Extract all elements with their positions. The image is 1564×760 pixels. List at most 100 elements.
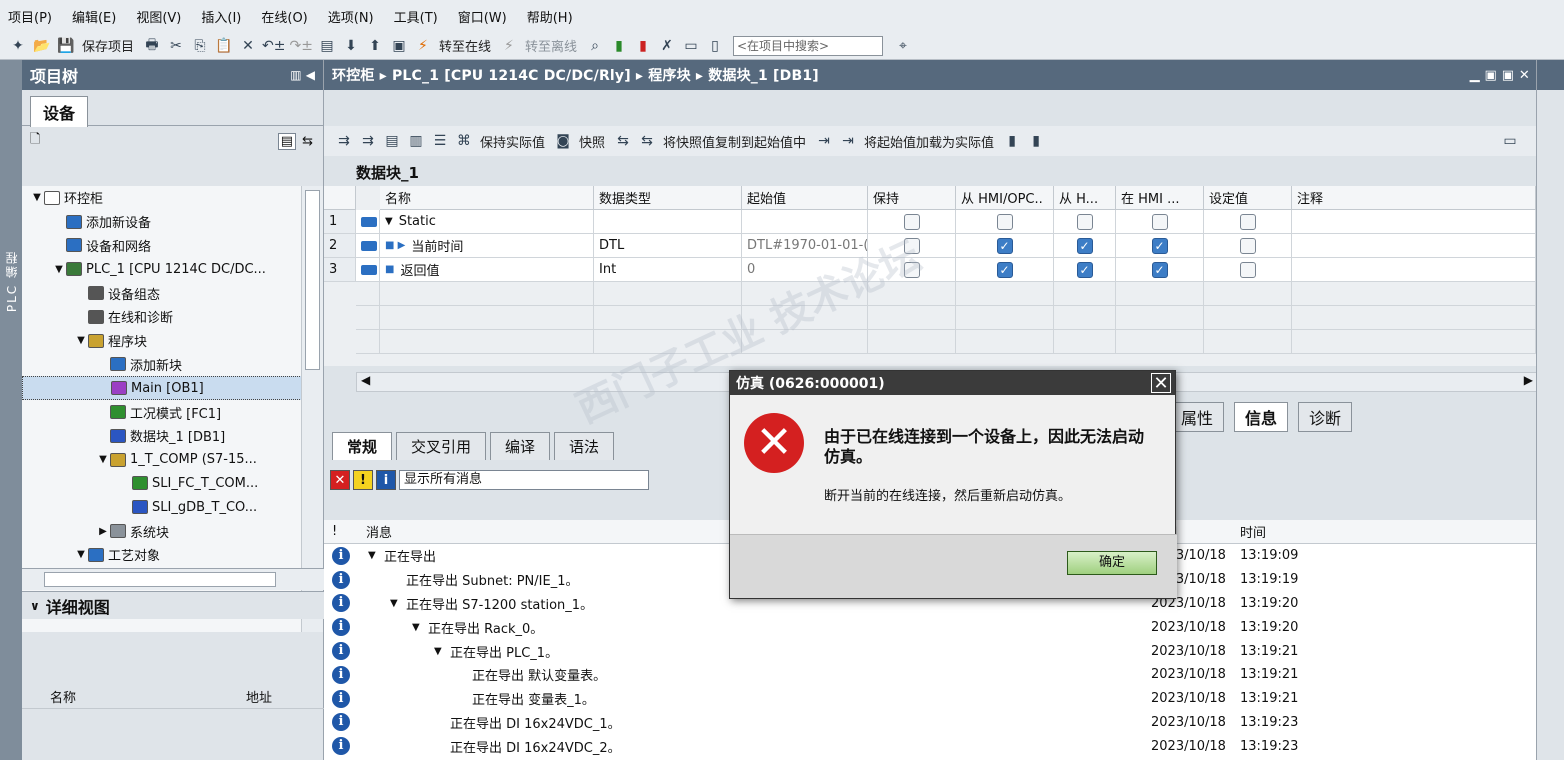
var-hmi2-checkbox[interactable]	[1054, 210, 1116, 234]
expand-arrow-icon[interactable]: ▼	[412, 622, 428, 633]
subtab-1[interactable]: 交叉引用	[396, 432, 487, 460]
tree-item[interactable]: ▶ 系统块	[22, 519, 302, 543]
var-comment[interactable]	[1292, 234, 1536, 258]
menu-item-3[interactable]: 插入(I)	[201, 7, 241, 26]
var-set-checkbox[interactable]	[1204, 234, 1292, 258]
var-datatype[interactable]: Int	[594, 258, 742, 282]
tree-hscrollbar[interactable]	[22, 568, 324, 590]
expand-arrow-icon[interactable]: ▶	[96, 526, 110, 537]
tree-item[interactable]: ▼ PLC_1 [CPU 1214C DC/DC...	[22, 257, 302, 281]
menu-item-7[interactable]: 窗口(W)	[458, 7, 507, 26]
print-icon[interactable]: 🖶	[142, 35, 162, 57]
warning-filter-icon[interactable]: !	[353, 470, 373, 490]
message-row[interactable]: i ▼ 正在导出 Rack_0。 2023/10/18 13:19:20	[324, 615, 1536, 639]
go-online-button[interactable]: 转至在线	[439, 36, 491, 55]
tab-info[interactable]: 信息	[1234, 402, 1289, 432]
copy-snapshot-icon[interactable]: ⇆	[613, 130, 633, 152]
var-comment[interactable]	[1292, 210, 1536, 234]
tab-diagnostics[interactable]: 诊断	[1298, 402, 1353, 432]
var-hmi3-checkbox[interactable]: ✓	[1116, 234, 1204, 258]
expand-arrow-icon[interactable]: ▼	[434, 646, 450, 657]
tab-properties[interactable]: 属性	[1170, 402, 1225, 432]
expand-arrow-icon[interactable]: ▼	[390, 598, 406, 609]
go-offline-icon[interactable]: ⚡	[499, 35, 519, 57]
go-offline-button[interactable]: 转至离线	[525, 36, 577, 55]
var-name[interactable]: ■ ▶ 当前时间	[380, 234, 594, 258]
save-project-button[interactable]: 保存项目	[82, 36, 134, 55]
expand-arrow-icon[interactable]: ■ ▶	[385, 240, 405, 251]
collapse-panel-icon[interactable]: ▥ ◀	[290, 68, 315, 82]
tree-item[interactable]: Main [OB1]	[22, 376, 302, 401]
split-vertical-icon[interactable]: ▯	[705, 35, 725, 57]
expand-arrow-icon[interactable]: ▼	[96, 454, 110, 465]
tab-devices[interactable]: 设备	[30, 96, 89, 127]
keep-actual-values-button[interactable]: 保持实际值	[480, 132, 545, 151]
monitor-icon[interactable]: ⌘	[454, 130, 474, 152]
start-cpu-icon[interactable]: ▮	[609, 35, 629, 57]
collapse-icon[interactable]: ▥	[406, 130, 426, 152]
var-comment[interactable]	[1292, 258, 1536, 282]
paste-icon[interactable]: 📋	[214, 35, 234, 57]
var-start-value[interactable]: DTL#1970-01-01-(	[742, 234, 868, 258]
expand-arrow-icon[interactable]: ▼	[74, 335, 88, 346]
menu-item-8[interactable]: 帮助(H)	[527, 7, 573, 26]
stop-cpu-icon[interactable]: ▮	[633, 35, 653, 57]
expand-arrow-icon[interactable]: ▼	[368, 550, 384, 561]
load-start-values-button[interactable]: 将起始值加载为实际值	[864, 132, 994, 151]
expand-arrow-icon[interactable]: ▼	[52, 264, 66, 275]
message-filter-select[interactable]: 显示所有消息	[399, 470, 649, 490]
copy-icon[interactable]: ⎘	[190, 35, 210, 57]
subtab-3[interactable]: 语法	[554, 432, 615, 460]
menu-item-1[interactable]: 编辑(E)	[72, 7, 116, 26]
close-icon[interactable]: ✕	[1151, 373, 1171, 394]
tree-properties-icon[interactable]: 🗋	[30, 130, 40, 152]
subtab-2[interactable]: 编译	[490, 432, 551, 460]
tree-item[interactable]: SLI_gDB_T_CO...	[22, 495, 302, 519]
tree-item[interactable]: ▼ 工艺对象	[22, 543, 302, 567]
var-start-value[interactable]	[742, 210, 868, 234]
message-row[interactable]: i ▼ 正在导出 PLC_1。 2023/10/18 13:19:21	[324, 639, 1536, 663]
var-keep-checkbox[interactable]	[868, 210, 956, 234]
var-hmi1-checkbox[interactable]	[956, 210, 1054, 234]
tree-item[interactable]: ▼ 程序块	[22, 329, 302, 353]
load-icon[interactable]: ▮	[1002, 130, 1022, 152]
var-datatype[interactable]	[594, 210, 742, 234]
message-row[interactable]: i 正在导出 DI 16x24VDC_1。 2023/10/18 13:19:23	[324, 711, 1536, 735]
message-row[interactable]: i 正在导出 变量表_1。 2023/10/18 13:19:21	[324, 687, 1536, 711]
delete-icon[interactable]: ✕	[238, 35, 258, 57]
expand-arrow-icon[interactable]: ■	[385, 264, 394, 275]
message-row[interactable]: i 正在导出 DI 16x24VDC_2。 2023/10/18 13:19:23	[324, 734, 1536, 758]
portal-side-strip[interactable]: PLC 编程	[0, 60, 22, 760]
simulation-icon[interactable]: ▣	[389, 35, 409, 57]
load-all-icon[interactable]: ▮	[1026, 130, 1046, 152]
var-name[interactable]: ■ 返回值	[380, 258, 594, 282]
var-start-value[interactable]: 0	[742, 258, 868, 282]
tree-item[interactable]: 数据块_1 [DB1]	[22, 424, 302, 448]
info-filter-icon[interactable]: i	[376, 470, 396, 490]
save-icon[interactable]: 💾	[56, 35, 76, 57]
tree-overview-icon[interactable]: ▤	[277, 132, 297, 150]
snapshot-icon[interactable]: ◙	[553, 130, 573, 152]
tree-item[interactable]: 添加新设备	[22, 210, 302, 234]
detail-view-header[interactable]: ∨ 详细视图	[22, 591, 324, 619]
menu-item-2[interactable]: 视图(V)	[136, 7, 181, 26]
var-keep-checkbox[interactable]	[868, 258, 956, 282]
cut-icon[interactable]: ✂	[166, 35, 186, 57]
open-project-icon[interactable]: 📂	[32, 35, 52, 57]
cross-reference-icon[interactable]: ✗	[657, 35, 677, 57]
copy-snapshot-button[interactable]: 将快照值复制到起始值中	[663, 132, 806, 151]
var-hmi3-checkbox[interactable]	[1116, 210, 1204, 234]
var-keep-checkbox[interactable]	[868, 234, 956, 258]
accessible-devices-icon[interactable]: ⌕	[585, 35, 605, 57]
var-set-checkbox[interactable]	[1204, 258, 1292, 282]
expand-icon[interactable]: ▤	[382, 130, 402, 152]
window-controls-icon[interactable]: ▁ ▣ ▣ ✕	[1470, 68, 1530, 83]
tree-item[interactable]: 工况模式 [FC1]	[22, 400, 302, 424]
search-go-icon[interactable]: ⌖	[893, 35, 913, 57]
tree-scrollbar[interactable]	[301, 186, 323, 632]
load-start-icon[interactable]: ⇥	[814, 130, 834, 152]
var-set-checkbox[interactable]	[1204, 210, 1292, 234]
var-hmi2-checkbox[interactable]: ✓	[1054, 258, 1116, 282]
undo-icon[interactable]: ↶±	[262, 35, 285, 57]
snapshot-button[interactable]: 快照	[579, 132, 605, 151]
